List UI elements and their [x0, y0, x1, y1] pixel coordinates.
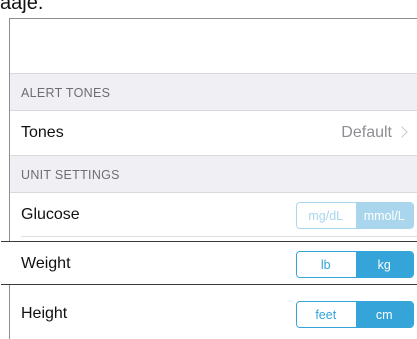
weight-option-kg[interactable]: kg: [354, 252, 413, 277]
tones-value: Default: [341, 124, 392, 141]
height-label: Height: [21, 305, 68, 322]
tones-label: Tones: [21, 124, 64, 141]
chevron-right-icon: [396, 126, 408, 138]
section-header-alert-tones: ALERT TONES: [10, 73, 417, 111]
section-header-label: ALERT TONES: [21, 86, 111, 100]
settings-panel: ALERT TONES Tones Default UNIT SETTINGS …: [1, 18, 417, 339]
section-header-unit-settings: UNIT SETTINGS: [10, 155, 417, 193]
height-option-feet[interactable]: feet: [297, 302, 355, 327]
height-option-cm[interactable]: cm: [354, 302, 413, 327]
height-unit-toggle[interactable]: feet cm: [296, 301, 414, 328]
height-row: Height feet cm: [10, 292, 417, 336]
glucose-option-mg-dl[interactable]: mg/dL: [297, 203, 355, 228]
row-divider: [21, 236, 417, 237]
weight-option-lb[interactable]: lb: [297, 252, 355, 277]
glucose-row: Glucose mg/dL mmol/L: [10, 193, 417, 237]
tones-row[interactable]: Tones Default: [10, 111, 417, 155]
weight-row: Weight lb kg: [1, 241, 417, 285]
section-header-label: UNIT SETTINGS: [21, 168, 120, 182]
weight-label: Weight: [21, 255, 71, 272]
glucose-option-mmol-l[interactable]: mmol/L: [354, 203, 413, 228]
glucose-label: Glucose: [21, 206, 80, 223]
blank-area: [10, 19, 417, 73]
weight-unit-toggle[interactable]: lb kg: [296, 251, 414, 278]
cropped-heading-text: aaje.: [0, 0, 44, 14]
glucose-unit-toggle[interactable]: mg/dL mmol/L: [296, 202, 414, 229]
